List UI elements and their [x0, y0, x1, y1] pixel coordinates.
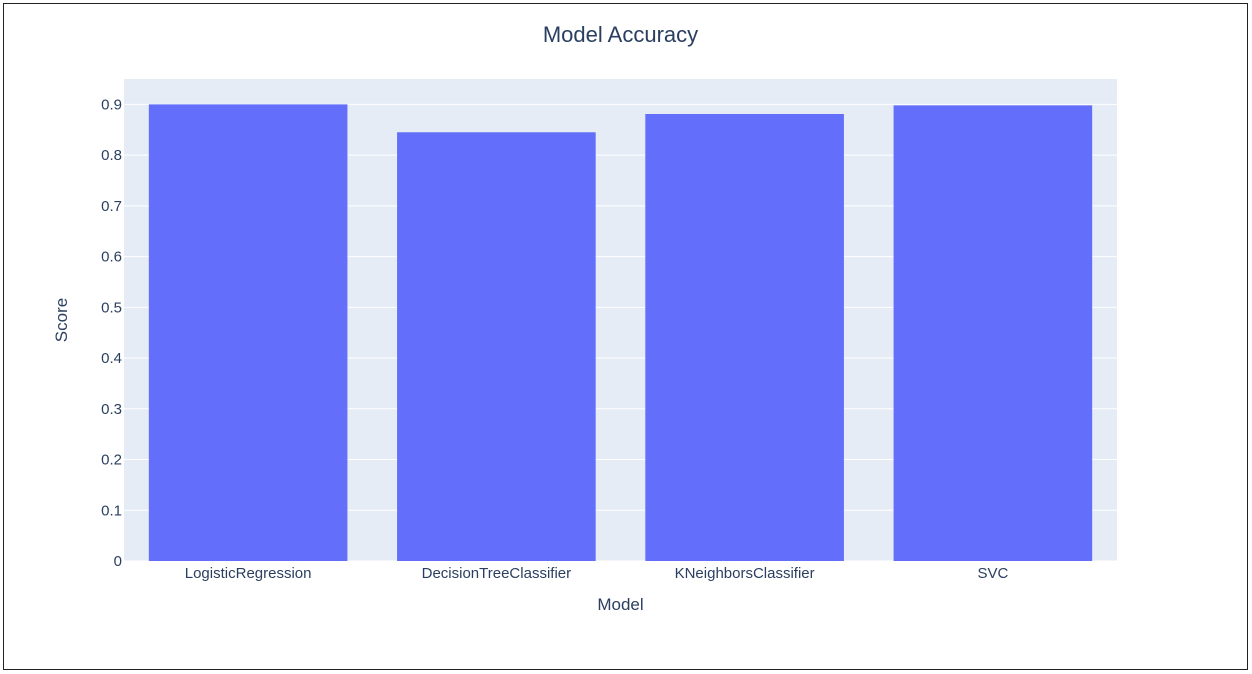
x-tick-label: DecisionTreeClassifier	[422, 565, 572, 582]
y-tick-label: 0.9	[101, 96, 122, 113]
y-tick-labels: 0 0.1 0.2 0.3 0.4 0.5 0.6 0.7 0.8 0.9	[101, 96, 122, 570]
y-tick-label: 0	[114, 553, 122, 570]
y-axis-title: Score	[52, 298, 71, 342]
x-axis-title: Model	[597, 595, 643, 614]
x-tick-label: LogisticRegression	[185, 565, 312, 582]
x-tick-label: KNeighborsClassifier	[675, 565, 815, 582]
bar-DecisionTreeClassifier[interactable]	[397, 132, 596, 561]
chart-frame: 0 0.1 0.2 0.3 0.4 0.5 0.6 0.7 0.8 0.9 LogisticReg…	[3, 3, 1248, 670]
bar-chart: 0 0.1 0.2 0.3 0.4 0.5 0.6 0.7 0.8 0.9 LogisticReg…	[52, 22, 1117, 614]
x-tick-labels: LogisticRegression DecisionTreeClassifier…	[185, 565, 1009, 582]
y-tick-label: 0.7	[101, 198, 122, 215]
chart-title: Model Accuracy	[543, 22, 698, 47]
bar-SVC[interactable]	[893, 105, 1093, 562]
y-tick-label: 0.2	[101, 452, 122, 469]
bar-LogisticRegression[interactable]	[148, 104, 348, 562]
y-tick-label: 0.5	[101, 299, 122, 316]
y-tick-label: 0.8	[101, 147, 122, 164]
y-tick-label: 0.1	[101, 502, 122, 519]
y-tick-label: 0.3	[101, 401, 122, 418]
x-tick-label: SVC	[977, 565, 1008, 582]
y-tick-label: 0.4	[101, 350, 122, 367]
bar-KNeighborsClassifier[interactable]	[645, 114, 844, 561]
y-tick-label: 0.6	[101, 249, 122, 266]
